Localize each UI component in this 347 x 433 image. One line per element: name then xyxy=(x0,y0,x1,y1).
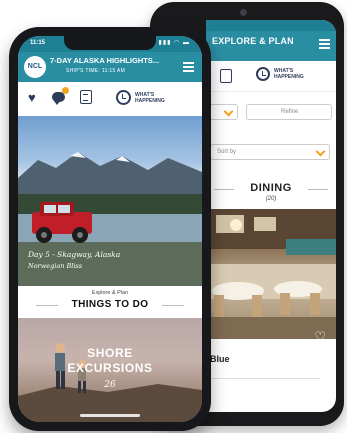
heart-outline-icon[interactable]: ♡ xyxy=(314,329,326,339)
shore-excursions-count: 26 xyxy=(104,380,116,390)
toolbar: ♥ WHAT'S HAPPENING xyxy=(18,82,202,117)
notification-badge xyxy=(62,87,69,94)
itinerary-icon[interactable] xyxy=(80,90,92,104)
header-title: EXPLORE & PLAN xyxy=(212,36,294,46)
explore-section-header: Explore & Plan THINGS TO DO xyxy=(18,286,202,318)
explore-kicker: Explore & Plan xyxy=(91,290,129,296)
sort-label: Sort by xyxy=(217,149,237,155)
clock-icon xyxy=(256,67,270,81)
whats-happening-button[interactable]: WHAT'S HAPPENING xyxy=(256,67,304,81)
status-bar xyxy=(206,20,336,31)
notch xyxy=(64,36,156,50)
restaurant-photo[interactable]: ♡ xyxy=(206,209,336,339)
menu-icon[interactable] xyxy=(319,39,330,49)
ships-time: SHIP'S TIME: 11:15 AM xyxy=(66,68,126,74)
android-screen: EXPLORE & PLAN WHAT'S HAPPENING Refine S… xyxy=(206,20,336,412)
things-to-do-title: THINGS TO DO xyxy=(71,299,149,310)
status-icons: ▮▮▮ ◠ ▬ xyxy=(158,40,190,46)
port-caption: Day 5 - Skagway, Alaska xyxy=(28,250,121,259)
toolbar: WHAT'S HAPPENING xyxy=(206,61,336,92)
shore-excursions-card[interactable]: SHORE EXCURSIONS 26 xyxy=(18,318,202,422)
section-title: DINING xyxy=(250,182,292,194)
whats-happening-label: WHAT'S HAPPENING xyxy=(274,68,304,80)
card-title: Blue xyxy=(210,354,230,364)
front-camera xyxy=(240,9,247,16)
ship-name: Norwegian Bliss xyxy=(28,262,83,270)
restaurant-illustration xyxy=(206,209,336,339)
section-count: (20) xyxy=(265,196,277,202)
chevron-down-icon xyxy=(223,106,234,117)
shore-excursions-title: SHORE EXCURSIONS xyxy=(67,346,153,375)
port-hero-image[interactable]: Day 5 - Skagway, Alaska Norwegian Bliss xyxy=(18,116,202,286)
chevron-down-icon xyxy=(315,146,326,157)
header-title[interactable]: 7-DAY ALASKA HIGHLIGHTS... xyxy=(50,56,159,65)
home-indicator[interactable] xyxy=(80,414,140,417)
whats-happening-button[interactable]: WHAT'S HAPPENING xyxy=(116,90,165,105)
divider xyxy=(210,378,320,379)
iphone-screen: 11:15 ▮▮▮ ◠ ▬ NCL 7-DAY ALASKA HIGHLIGHT… xyxy=(18,36,202,422)
menu-icon[interactable] xyxy=(183,62,194,72)
heart-icon[interactable]: ♥ xyxy=(28,90,36,105)
iphone: 11:15 ▮▮▮ ◠ ▬ NCL 7-DAY ALASKA HIGHLIGHT… xyxy=(9,27,211,431)
whats-happening-label: WHAT'S HAPPENING xyxy=(135,91,165,104)
refine-select[interactable]: Refine xyxy=(246,104,332,120)
itinerary-icon[interactable] xyxy=(220,69,232,83)
refine-label: Refine xyxy=(281,109,299,115)
alaska-landscape xyxy=(18,152,202,286)
sort-select[interactable]: Sort by xyxy=(210,144,330,160)
app-header: NCL 7-DAY ALASKA HIGHLIGHTS... SHIP'S TI… xyxy=(18,52,202,82)
clock-icon xyxy=(116,90,131,105)
ncl-logo[interactable]: NCL xyxy=(24,56,46,78)
status-time: 11:15 xyxy=(30,40,46,46)
app-header: EXPLORE & PLAN xyxy=(206,31,336,61)
